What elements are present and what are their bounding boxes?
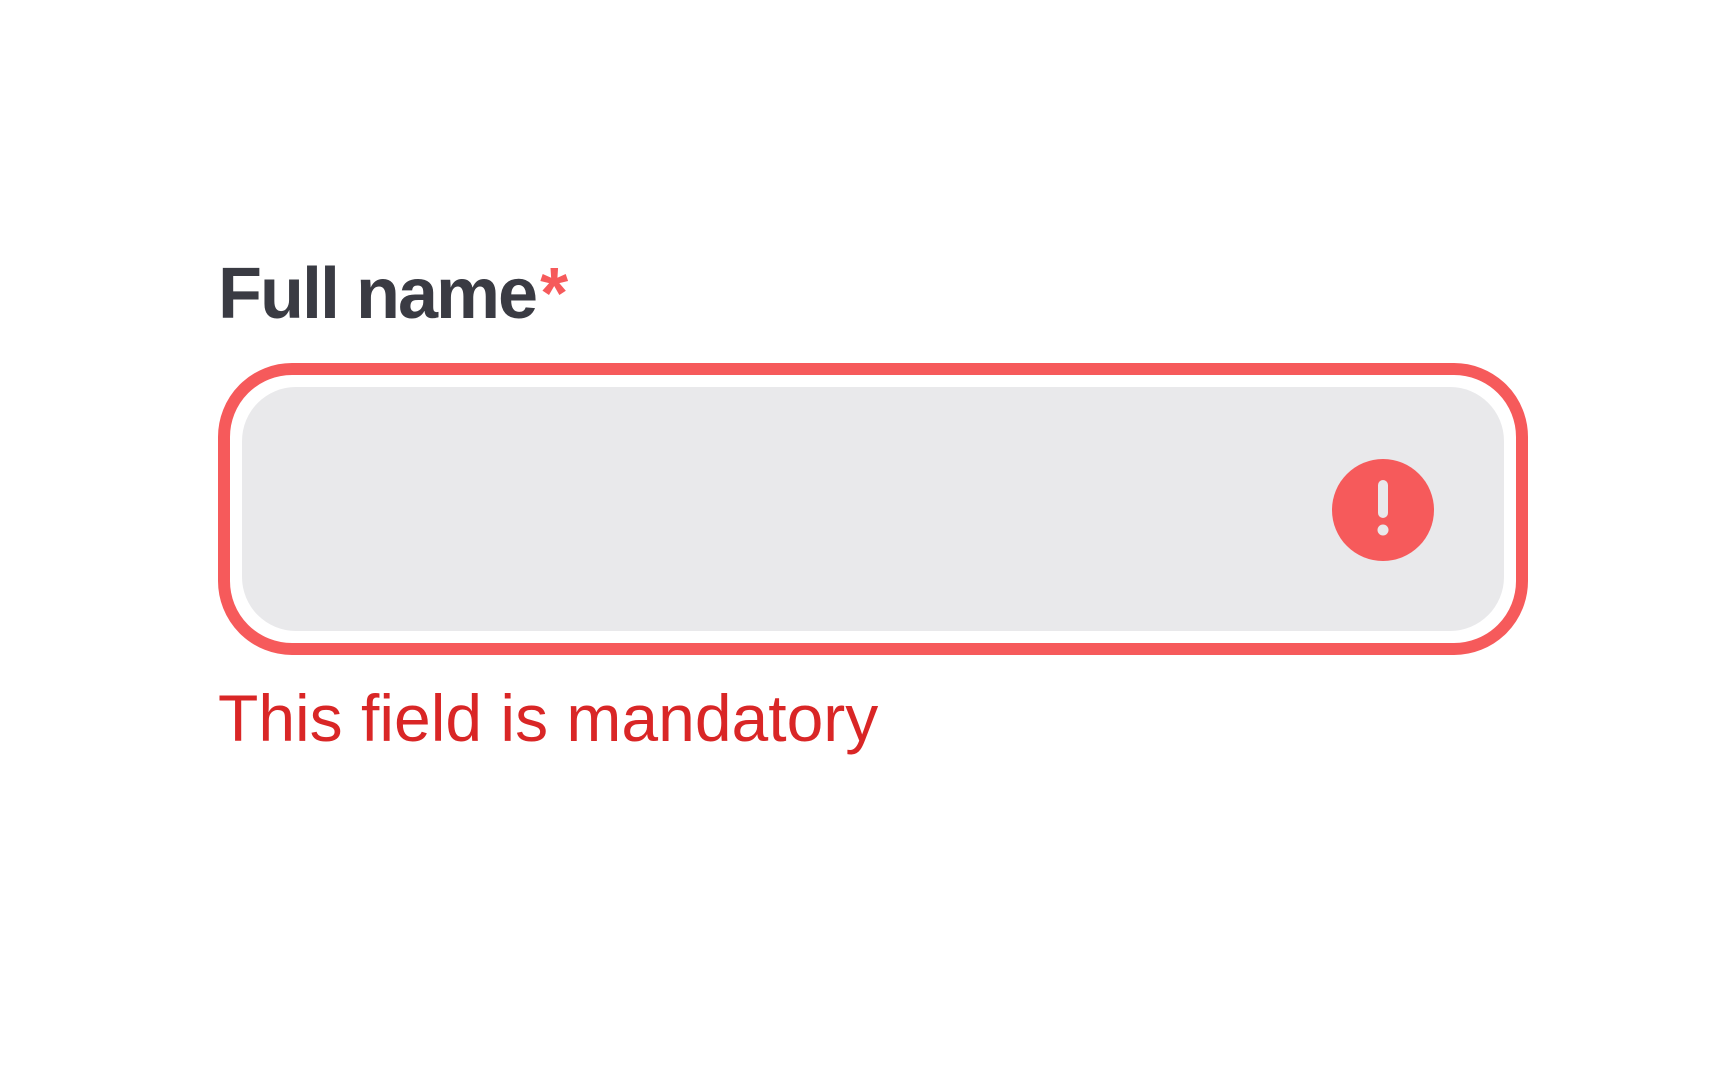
full-name-input[interactable] xyxy=(282,387,1286,633)
field-label-text: Full name xyxy=(218,254,538,334)
error-message: This field is mandatory xyxy=(218,681,879,755)
field-label: Full name * xyxy=(218,252,1528,336)
input-error-outline xyxy=(218,363,1528,655)
page: Full name * This field is mandatory xyxy=(0,0,1728,1080)
exclamation-circle-icon xyxy=(1332,459,1434,561)
input-container[interactable] xyxy=(242,387,1504,633)
full-name-field: Full name * This field is mandatory xyxy=(218,252,1528,755)
required-asterisk: * xyxy=(540,254,569,334)
